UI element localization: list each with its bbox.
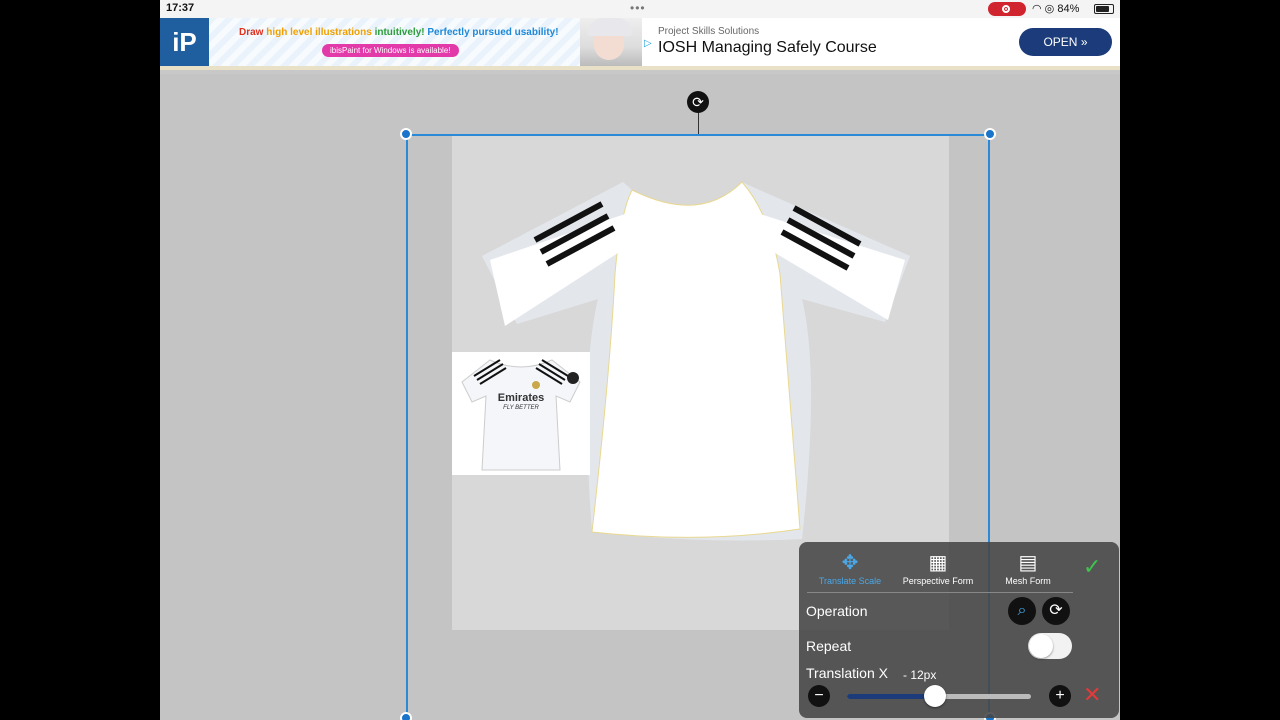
- repeat-toggle[interactable]: [1028, 633, 1072, 659]
- plus-icon[interactable]: +: [1049, 685, 1071, 707]
- cancel-x-icon[interactable]: ✕: [1083, 682, 1101, 708]
- ad-banner[interactable]: iP Draw high level illustrations intuiti…: [160, 18, 1120, 70]
- move-arrows-icon: ✥: [841, 552, 859, 574]
- rotate-handle-icon[interactable]: ⟳: [687, 91, 709, 113]
- corner-handle-bottom-left[interactable]: [400, 712, 412, 720]
- tool-translate-scale[interactable]: ✥ Translate Scale: [805, 550, 895, 586]
- ipad-screen: 17:37 ••• ◠ ◎ 84% iP Draw high level ill…: [160, 0, 1120, 720]
- ad-open-label: OPEN: [1043, 35, 1078, 49]
- mesh-map-icon: ▤: [1018, 552, 1038, 574]
- ad-title[interactable]: IOSH Managing Safely Course: [658, 39, 877, 57]
- battery-fill: [1096, 6, 1109, 12]
- ad-headline-part: Draw: [239, 27, 267, 38]
- ad-character-image: [580, 18, 642, 66]
- ad-pill: ibisPaint for Windows is available!: [322, 44, 459, 57]
- screen-recording-icon[interactable]: [988, 2, 1026, 16]
- minus-icon[interactable]: −: [808, 685, 830, 707]
- ad-image[interactable]: Draw high level illustrations intuitivel…: [209, 18, 641, 66]
- adchoices-icon[interactable]: ▷: [644, 38, 652, 49]
- search-icon[interactable]: ⌕: [1007, 596, 1037, 626]
- status-icons: ◠ ◎ 84%: [1032, 2, 1079, 15]
- battery-percent: 84%: [1057, 3, 1080, 15]
- ad-open-button[interactable]: OPEN »: [1019, 28, 1112, 56]
- ibispaint-logo-icon[interactable]: iP: [160, 18, 209, 66]
- confirm-check-icon[interactable]: ✓: [1083, 554, 1101, 580]
- tool-label: Translate Scale: [818, 576, 882, 586]
- slider-knob[interactable]: [924, 685, 946, 707]
- tool-label: Mesh Form: [1005, 576, 1051, 586]
- translation-x-value: - 12px: [903, 668, 937, 682]
- ad-sponsor: Project Skills Solutions: [658, 26, 760, 37]
- slider-fill: [847, 694, 935, 699]
- battery-icon: [1094, 4, 1114, 14]
- rotation-stem: [698, 110, 699, 134]
- tool-mesh-form[interactable]: ▤ Mesh Form: [983, 550, 1073, 586]
- rotate-icon[interactable]: ⟳: [1041, 596, 1071, 626]
- toggle-knob: [1029, 634, 1053, 658]
- ad-headline-part: high level illustrations: [266, 27, 375, 38]
- wifi-icon: ◠: [1032, 3, 1042, 15]
- ad-headline: Draw high level illustrations intuitivel…: [239, 27, 559, 38]
- tool-perspective-form[interactable]: ▦ Perspective Form: [893, 550, 983, 586]
- ad-headline-part: Perfectly pursued usability!: [427, 27, 559, 38]
- transform-panel: ✥ Translate Scale ▦ Perspective Form ▤ M…: [799, 542, 1119, 718]
- operation-label: Operation: [806, 603, 868, 619]
- panel-divider: [807, 592, 1073, 593]
- double-chevron-right-icon: »: [1080, 35, 1088, 49]
- repeat-label: Repeat: [806, 638, 852, 654]
- perspective-grid-icon: ▦: [928, 552, 948, 574]
- tool-label: Perspective Form: [902, 576, 974, 586]
- corner-handle-top-left[interactable]: [400, 128, 412, 140]
- corner-handle-top-right[interactable]: [984, 128, 996, 140]
- status-time: 17:37: [166, 2, 195, 14]
- multitask-dots-icon[interactable]: •••: [630, 1, 646, 15]
- orientation-lock-icon: ◎: [1044, 3, 1055, 15]
- status-bar: 17:37 ••• ◠ ◎ 84%: [160, 0, 1120, 18]
- ad-headline-part: intuitively!: [374, 27, 428, 38]
- translation-x-label: Translation X: [806, 665, 888, 681]
